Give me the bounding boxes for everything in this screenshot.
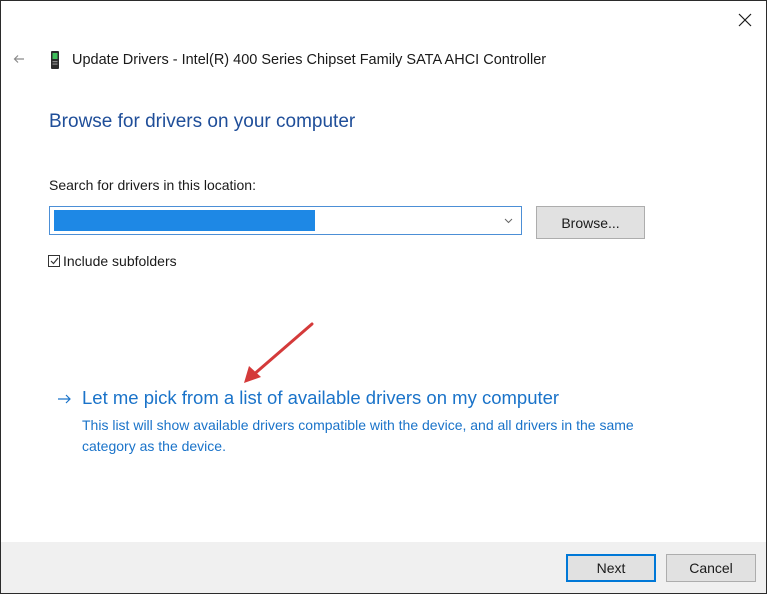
annotation-arrow-icon bbox=[244, 322, 314, 383]
close-icon bbox=[738, 13, 752, 27]
next-button[interactable]: Next bbox=[566, 554, 656, 582]
search-location-label: Search for drivers in this location: bbox=[49, 177, 256, 193]
include-subfolders-option[interactable]: Include subfolders bbox=[48, 252, 177, 270]
include-subfolders-label: Include subfolders bbox=[63, 253, 177, 269]
path-text-selection bbox=[54, 210, 315, 231]
close-button[interactable] bbox=[723, 1, 766, 39]
dialog-title-row: Update Drivers - Intel(R) 400 Series Chi… bbox=[48, 49, 546, 71]
search-location-combobox[interactable] bbox=[49, 206, 522, 235]
update-drivers-dialog: Update Drivers - Intel(R) 400 Series Chi… bbox=[0, 0, 767, 594]
pick-from-list-description: This list will show available drivers co… bbox=[82, 417, 634, 454]
back-button[interactable] bbox=[9, 49, 29, 69]
browse-button[interactable]: Browse... bbox=[536, 206, 645, 239]
chevron-down-icon bbox=[504, 218, 512, 224]
dropdown-button[interactable] bbox=[499, 211, 517, 231]
include-subfolders-checkbox[interactable] bbox=[48, 255, 60, 267]
dialog-footer: Next Cancel bbox=[1, 542, 766, 593]
arrow-right-icon bbox=[58, 394, 71, 404]
page-heading: Browse for drivers on your computer bbox=[49, 111, 356, 132]
pick-from-list-title[interactable]: Let me pick from a list of available dri… bbox=[82, 387, 559, 409]
checkmark-icon bbox=[50, 257, 58, 265]
cancel-button[interactable]: Cancel bbox=[666, 554, 756, 582]
dialog-title: Update Drivers - Intel(R) 400 Series Chi… bbox=[72, 52, 547, 68]
device-icon bbox=[51, 51, 59, 69]
back-arrow-icon bbox=[13, 55, 24, 63]
